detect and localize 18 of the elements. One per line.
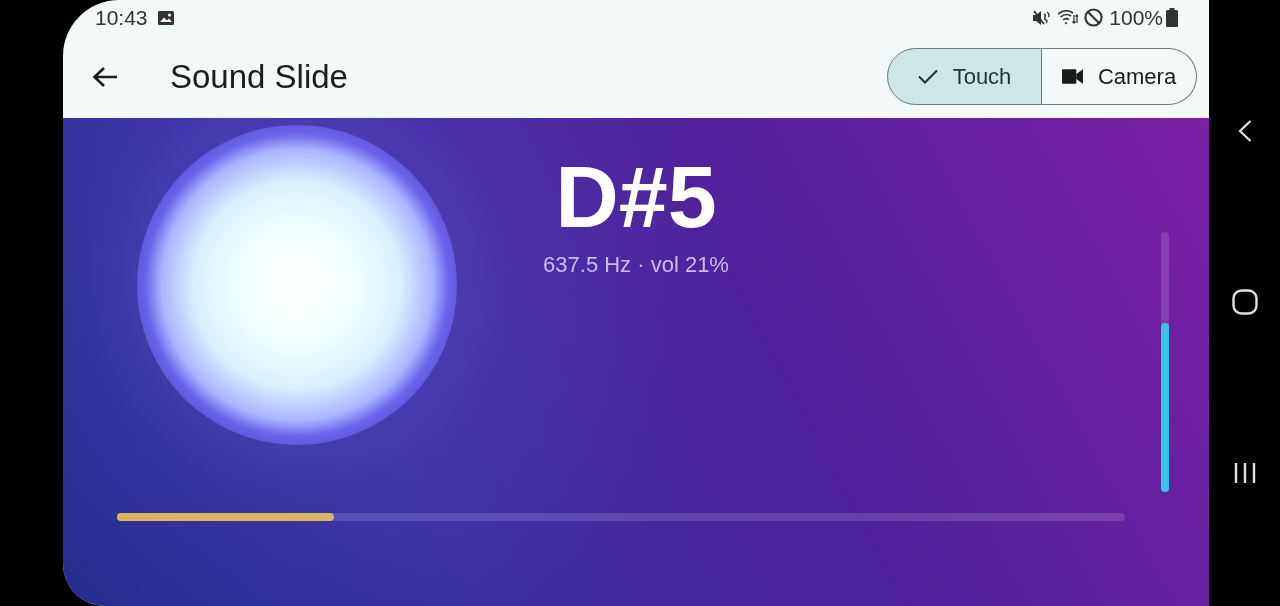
muted-speaker-icon <box>1033 9 1051 26</box>
back-arrow-icon <box>92 65 118 88</box>
note-name: D#5 <box>555 153 717 241</box>
back-button[interactable] <box>92 65 118 88</box>
home-square-icon[interactable] <box>1231 289 1258 315</box>
back-chevron-icon[interactable] <box>1237 120 1252 142</box>
battery-icon <box>1166 8 1178 27</box>
battery-percent: 100% <box>1109 5 1163 30</box>
wifi-icon <box>1058 10 1079 25</box>
recents-lines-icon[interactable] <box>1233 462 1256 484</box>
blocked-circle-icon <box>1084 8 1104 27</box>
mode-segment[interactable]: Touch <box>887 48 1042 105</box>
app-title: Sound Slide <box>170 57 348 96</box>
image-icon <box>157 10 174 25</box>
status-time: 10:43 <box>95 5 148 30</box>
check-icon <box>917 69 938 84</box>
video-camera-icon <box>1061 69 1083 84</box>
frequency-volume-reading: 637.5 Hz · vol 21% <box>543 252 729 278</box>
